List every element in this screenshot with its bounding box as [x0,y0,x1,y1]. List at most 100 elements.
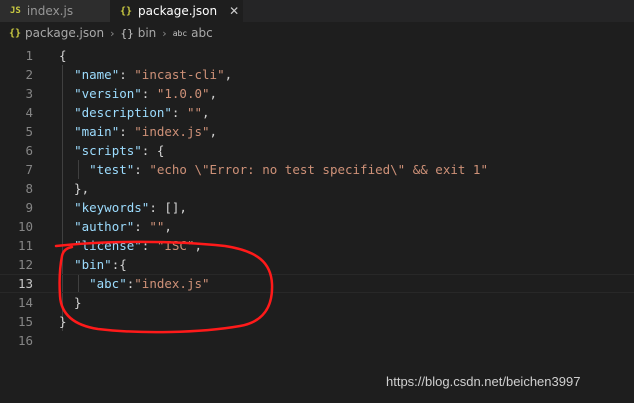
code-text: "license": "ISC", [59,236,202,255]
json-punctuation [59,105,74,120]
code-line[interactable]: 5 "main": "index.js", [0,122,634,141]
json-string: "echo \"Error: no test specified\" && ex… [149,162,488,177]
json-punctuation: { [59,48,67,63]
code-line[interactable]: 15} [0,312,634,331]
json-punctuation: : [141,238,157,253]
code-text: "name": "incast-cli", [59,65,232,84]
json-key: "keywords" [74,200,150,215]
code-line[interactable]: 2 "name": "incast-cli", [0,65,634,84]
breadcrumb-item-bin[interactable]: bin [138,26,157,40]
code-text: "bin":{ [59,255,127,274]
line-number: 5 [25,124,33,139]
json-punctuation [59,143,74,158]
json-key: "version" [74,86,142,101]
code-line[interactable]: 9 "keywords": [], [0,198,634,217]
tab-label: index.js [26,4,74,18]
json-punctuation [59,257,74,272]
json-string: "" [186,105,203,120]
json-punctuation: , [202,105,210,120]
json-string: "ISC" [156,238,195,253]
json-punctuation: : [134,162,150,177]
json-string: "1.0.0" [156,86,210,101]
json-punctuation: : [119,124,135,139]
json-punctuation: : [], [149,200,187,215]
json-punctuation: : [141,86,157,101]
code-line[interactable]: 7 "test": "echo \"Error: no test specifi… [0,160,634,179]
json-punctuation: } [59,314,67,329]
tab-index-js[interactable]: JS index.js [0,0,110,22]
code-line[interactable]: 11 "license": "ISC", [0,236,634,255]
json-punctuation: , [194,238,203,253]
line-number: 9 [25,200,33,215]
object-symbol-icon: {} [120,26,134,40]
json-key: "main" [74,124,120,139]
json-punctuation: : { [141,143,165,158]
editor-tab-bar: JS index.js {} package.json ✕ [0,0,634,22]
code-text: "scripts": { [59,141,164,160]
code-text: }, [59,179,89,198]
line-number: 6 [25,143,33,158]
line-number: 7 [25,162,33,177]
code-line[interactable]: 8 }, [0,179,634,198]
line-number: 11 [17,238,33,253]
code-text: "main": "index.js", [59,122,217,141]
code-text: "test": "echo \"Error: no test specified… [59,160,488,179]
code-line[interactable]: 6 "scripts": { [0,141,634,160]
json-key: "description" [74,105,172,120]
close-icon[interactable]: ✕ [229,4,239,18]
json-punctuation: }, [59,181,90,196]
breadcrumb-item-file[interactable]: package.json [25,26,104,40]
line-number: 13 [17,276,33,291]
code-text: } [59,293,82,312]
code-text: "keywords": [], [59,198,187,217]
json-punctuation: , [209,124,218,139]
json-punctuation: , [224,67,233,82]
watermark-url: https://blog.csdn.net/beichen3997 [386,374,581,389]
line-number: 8 [25,181,33,196]
json-key: "name" [74,67,120,82]
line-number: 10 [17,219,33,234]
code-text: "description": "", [59,103,210,122]
line-number: 1 [25,48,33,63]
code-text: { [59,46,67,65]
json-punctuation [59,238,74,253]
code-line[interactable]: 3 "version": "1.0.0", [0,84,634,103]
json-punctuation: , [209,86,218,101]
string-symbol-icon: abc [172,28,188,38]
javascript-file-icon: JS [10,6,21,16]
json-key: "scripts" [74,143,142,158]
json-punctuation [59,86,74,101]
tab-package-json[interactable]: {} package.json ✕ [110,0,243,22]
chevron-right-icon: › [162,26,167,40]
breadcrumb-item-abc[interactable]: abc [191,26,213,40]
json-punctuation: :{ [111,257,127,272]
json-punctuation [59,67,74,82]
code-editor[interactable]: 1{2 "name": "incast-cli", 3 "version": "1… [0,46,634,403]
code-line[interactable]: 10 "author": "", [0,217,634,236]
json-key: "abc" [89,276,127,291]
json-key: "bin" [74,257,112,272]
line-number: 3 [25,86,33,101]
json-key: "license" [74,238,142,253]
json-punctuation [59,219,74,234]
json-key: "test" [89,162,135,177]
code-line[interactable]: 4 "description": "", [0,103,634,122]
json-string: "index.js" [134,124,210,139]
json-punctuation: , [164,219,172,234]
code-text: "abc":"index.js" [59,275,209,292]
line-number: 12 [17,257,33,272]
code-text: "author": "", [59,217,172,236]
chevron-right-icon: › [110,26,115,40]
json-punctuation: : [171,105,187,120]
code-line[interactable]: 1{ [0,46,634,65]
json-key: "author" [74,219,135,234]
json-punctuation [59,162,89,177]
code-line[interactable]: 14 } [0,293,634,312]
line-number: 16 [17,333,33,348]
json-punctuation: : [134,219,150,234]
code-line[interactable]: 12 "bin":{ [0,255,634,274]
json-file-icon: {} [120,5,133,17]
code-line[interactable]: 16 [0,331,634,350]
code-line[interactable]: 13 "abc":"index.js" [0,274,634,293]
json-punctuation [59,124,74,139]
